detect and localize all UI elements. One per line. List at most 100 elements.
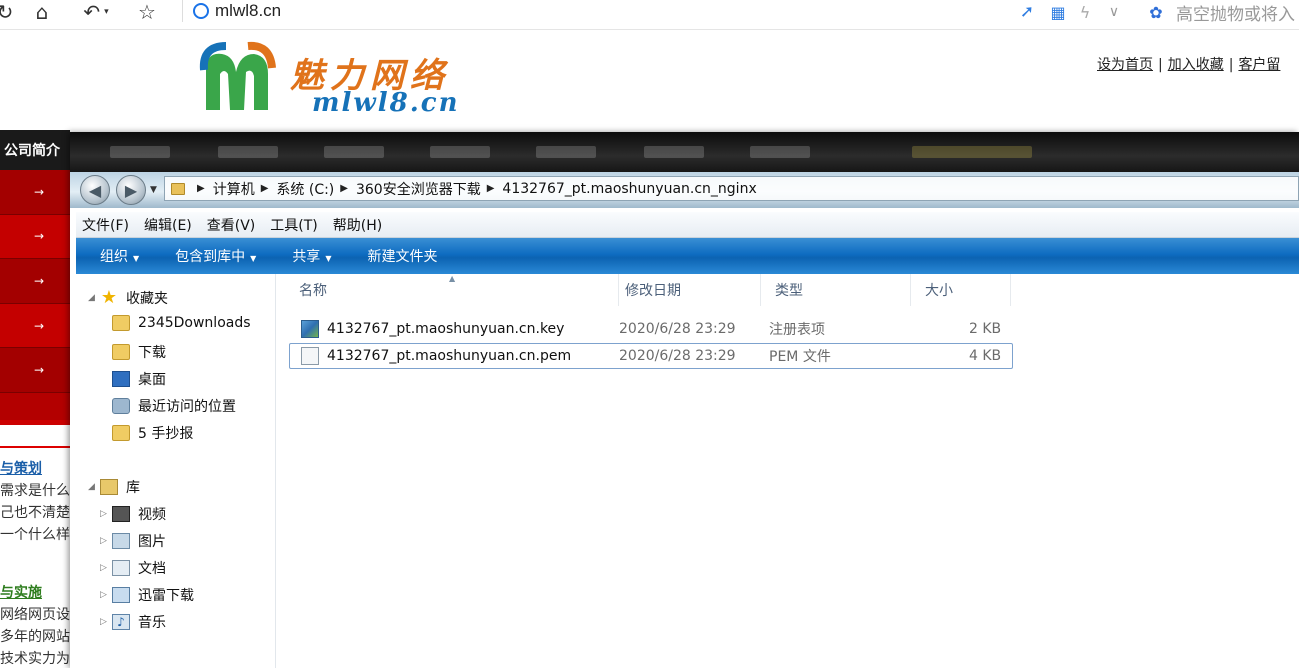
- organize-button[interactable]: 组织 ▼: [100, 246, 139, 266]
- breadcrumb-current-folder[interactable]: 4132767_pt.maoshunyuan.cn_nginx: [502, 181, 756, 197]
- share-button[interactable]: 共享 ▼: [292, 246, 331, 266]
- nav-item-music[interactable]: ▷ ♪ 音乐: [100, 612, 166, 632]
- nav-item-recent-places[interactable]: 最近访问的位置: [112, 396, 236, 416]
- chevron-down-icon: ▼: [325, 254, 332, 263]
- file-row[interactable]: 4132767_pt.maoshunyuan.cn.key 2020/6/28 …: [289, 316, 1013, 342]
- expand-triangle-icon[interactable]: ▷: [100, 617, 107, 627]
- sidebar-link[interactable]: →: [0, 214, 70, 260]
- column-header-name[interactable]: 名称: [285, 274, 619, 306]
- logo-domain-text: mlwl8.cn: [312, 88, 460, 118]
- breadcrumb-chevron-icon[interactable]: ▶: [487, 183, 495, 194]
- background-blur: [110, 146, 170, 158]
- menu-file[interactable]: 文件(F): [82, 215, 129, 235]
- nav-libraries[interactable]: ◢ 库: [88, 477, 140, 497]
- column-header-modified[interactable]: 修改日期: [611, 274, 761, 306]
- sidebar-link[interactable]: →: [0, 303, 70, 349]
- menu-view[interactable]: 查看(V): [207, 215, 256, 235]
- nav-item-xunlei-downloads[interactable]: ▷ 迅雷下载: [100, 585, 194, 605]
- rocket-icon[interactable]: ➚: [1016, 0, 1038, 24]
- back-button[interactable]: ◀: [80, 175, 110, 205]
- nav-item-videos[interactable]: ▷ 视频: [100, 504, 166, 524]
- undo-close-tab-icon[interactable]: ↶ ▾: [76, 0, 116, 24]
- nav-item-documents[interactable]: ▷ 文档: [100, 558, 166, 578]
- breadcrumb-computer[interactable]: 计算机: [213, 179, 255, 199]
- breadcrumb-chevron-icon[interactable]: ▶: [340, 183, 348, 194]
- expand-triangle-icon[interactable]: ▷: [100, 509, 107, 519]
- chevron-down-icon[interactable]: ∨: [1104, 0, 1124, 24]
- breadcrumb-chevron-icon[interactable]: ▶: [197, 183, 205, 194]
- nav-favorites[interactable]: ◢ ★ 收藏夹: [88, 287, 168, 308]
- qr-code-icon[interactable]: ▦: [1047, 0, 1069, 24]
- nav-item-label: 音乐: [138, 615, 166, 631]
- site-paragraph-line: 一个什么样: [0, 527, 70, 543]
- url-text[interactable]: mlwl8.cn: [215, 1, 281, 21]
- explorer-address-bar[interactable]: ▶ 计算机 ▶ 系统 (C:) ▶ 360安全浏览器下载 ▶ 4132767_p…: [164, 176, 1299, 201]
- background-blur: [430, 146, 490, 158]
- site-nav-item[interactable]: 公司简介: [0, 130, 70, 170]
- nav-item-label: 下载: [138, 345, 166, 361]
- column-header-type[interactable]: 类型: [761, 274, 911, 306]
- collapse-triangle-icon[interactable]: ◢: [88, 293, 95, 303]
- nav-item-2345downloads[interactable]: 2345Downloads: [112, 315, 251, 331]
- paw-icon[interactable]: ✿: [1144, 0, 1168, 24]
- nav-item-label: 迅雷下载: [138, 588, 194, 604]
- menu-help[interactable]: 帮助(H): [333, 215, 382, 235]
- nav-item-pictures[interactable]: ▷ 图片: [100, 531, 166, 551]
- reload-icon[interactable]: ↻: [0, 0, 16, 24]
- downloads-folder-icon: [112, 344, 130, 360]
- site-paragraph-line: 需求是什么: [0, 483, 70, 499]
- nav-item-desktop[interactable]: 桌面: [112, 369, 166, 389]
- breadcrumb-chevron-icon[interactable]: ▶: [261, 183, 269, 194]
- file-name[interactable]: 4132767_pt.maoshunyuan.cn.key: [327, 321, 564, 337]
- site-paragraph-line: 多年的网站: [0, 629, 70, 645]
- new-folder-button[interactable]: 新建文件夹: [367, 246, 437, 266]
- search-hint[interactable]: 高空抛物或将入: [1176, 0, 1299, 25]
- file-row-selected[interactable]: 4132767_pt.maoshunyuan.cn.pem 2020/6/28 …: [289, 343, 1013, 369]
- expand-triangle-icon[interactable]: ▷: [100, 563, 107, 573]
- section-heading-implementation[interactable]: 与实施: [0, 582, 70, 602]
- sidebar-link[interactable]: →: [0, 170, 70, 215]
- column-header-size[interactable]: 大小: [911, 274, 1011, 306]
- include-in-library-label: 包含到库中: [175, 249, 246, 265]
- file-type: 注册表项: [769, 322, 825, 338]
- nav-item-label: 桌面: [138, 372, 166, 388]
- forward-button[interactable]: ▶: [116, 175, 146, 205]
- lightning-icon[interactable]: ϟ: [1076, 0, 1094, 24]
- sidebar-link[interactable]: →: [0, 259, 70, 304]
- breadcrumb-download-folder[interactable]: 360安全浏览器下载: [356, 179, 481, 199]
- nav-item-label: 最近访问的位置: [138, 399, 236, 415]
- nav-item-5-shouchaobao[interactable]: 5 手抄报: [112, 423, 193, 443]
- address-bar[interactable]: mlwl8.cn: [182, 0, 281, 22]
- expand-triangle-icon[interactable]: ▷: [100, 590, 107, 600]
- home-icon[interactable]: ⌂: [28, 0, 56, 24]
- star-icon: ★: [100, 287, 118, 308]
- menu-bar: 文件(F) 编辑(E) 查看(V) 工具(T) 帮助(H): [76, 212, 1299, 238]
- background-blur: [644, 146, 704, 158]
- favorite-star-icon[interactable]: ☆: [134, 0, 160, 24]
- add-favorite-link[interactable]: 加入收藏: [1168, 57, 1224, 73]
- file-size: 2 KB: [969, 321, 1002, 337]
- recent-pages-dropdown-icon[interactable]: ▼: [150, 185, 157, 195]
- set-homepage-link[interactable]: 设为首页: [1097, 57, 1153, 73]
- breadcrumb-drive-c[interactable]: 系统 (C:): [276, 179, 334, 199]
- nav-item-label: 文档: [138, 561, 166, 577]
- collapse-triangle-icon[interactable]: ◢: [88, 482, 95, 492]
- site-paragraph-line: 技术实力为: [0, 651, 70, 667]
- menu-tools[interactable]: 工具(T): [270, 215, 317, 235]
- site-paragraph-line: 网络网页设: [0, 607, 70, 623]
- menu-edit[interactable]: 编辑(E): [144, 215, 192, 235]
- nav-item-downloads[interactable]: 下载: [112, 342, 166, 362]
- expand-triangle-icon[interactable]: ▷: [100, 536, 107, 546]
- navigation-pane: ◢ ★ 收藏夹 2345Downloads 下载 桌面 最近访问的位置 5 手抄…: [76, 274, 276, 668]
- section-heading-planning[interactable]: 与策划: [0, 458, 70, 478]
- arrow-right-icon: →: [34, 184, 45, 199]
- folder-icon: [171, 182, 185, 195]
- registry-file-icon: [301, 320, 319, 338]
- file-type: PEM 文件: [769, 349, 831, 365]
- file-name[interactable]: 4132767_pt.maoshunyuan.cn.pem: [327, 348, 571, 364]
- sidebar-link[interactable]: →: [0, 348, 70, 393]
- guestbook-link[interactable]: 客户留: [1238, 57, 1280, 73]
- folder-icon: [112, 315, 130, 331]
- include-in-library-button[interactable]: 包含到库中 ▼: [175, 246, 256, 266]
- browser-toolbar: ↻ ⌂ ↶ ▾ ☆ mlwl8.cn ➚ ▦ ϟ ∨ ✿ 高空抛物或将入: [0, 0, 1299, 30]
